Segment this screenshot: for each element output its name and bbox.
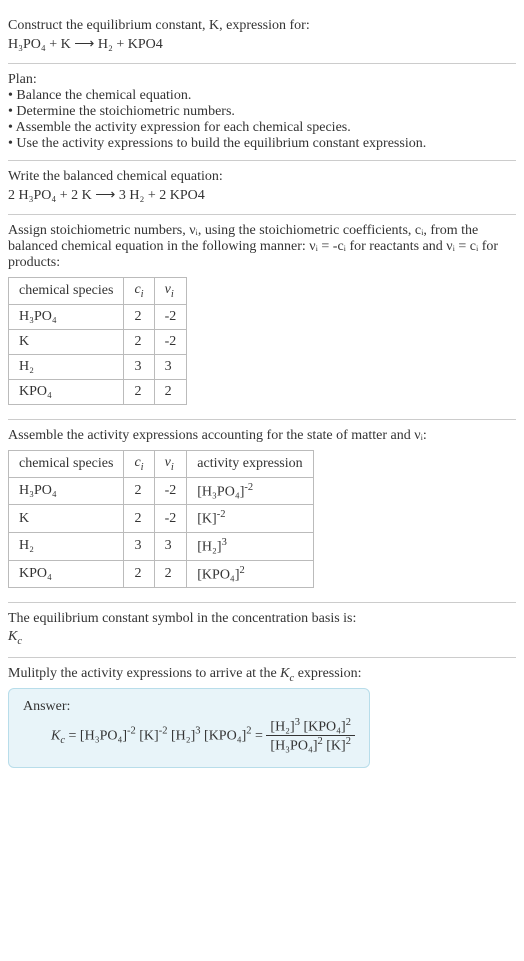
cell-c: 2 xyxy=(124,379,154,404)
title-text: Construct the equilibrium constant, K, e… xyxy=(8,18,310,33)
cell-v: 2 xyxy=(154,560,187,588)
symbol-kc: Kc xyxy=(8,629,516,647)
cell-v: -2 xyxy=(154,477,187,505)
table-row: KPO₄ 2 2 xyxy=(9,379,187,404)
cell-v: 3 xyxy=(154,354,187,379)
table-row: H₃PO₄ 2 -2 [H₃PO₄]-2 xyxy=(9,477,314,505)
answer-label: Answer: xyxy=(23,699,355,715)
table-row: K 2 -2 [K]-2 xyxy=(9,505,314,533)
title-line: Construct the equilibrium constant, K, e… xyxy=(8,18,516,34)
plan-section: Plan: • Balance the chemical equation. •… xyxy=(8,64,516,161)
cell-c: 2 xyxy=(124,560,154,588)
col-c: ci xyxy=(124,450,154,477)
col-v: νi xyxy=(154,278,187,305)
answer-fraction: [H₂]3 [KPO₄]2 [H₃PO₄]2 [K]2 xyxy=(266,717,355,755)
cell-c: 2 xyxy=(124,477,154,505)
stoich-table: chemical species ci νi H₃PO₄ 2 -2 K 2 -2… xyxy=(8,277,187,405)
balanced-equation: 2 H₃PO₄ + 2 K ⟶ 3 H₂ + 2 KPO4 xyxy=(8,187,516,204)
cell-v: 3 xyxy=(154,532,187,560)
symbol-section: The equilibrium constant symbol in the c… xyxy=(8,603,516,658)
symbol-intro: The equilibrium constant symbol in the c… xyxy=(8,611,516,627)
col-v: νi xyxy=(154,450,187,477)
answer-section: Mulitply the activity expressions to arr… xyxy=(8,658,516,776)
cell-expr: [H₃PO₄]-2 xyxy=(187,477,313,505)
answer-box: Answer: Kc = [H₃PO₄]-2 [K]-2 [H₂]3 [KPO₄… xyxy=(8,688,370,768)
cell-v: -2 xyxy=(154,329,187,354)
table-row: KPO₄ 2 2 [KPO₄]2 xyxy=(9,560,314,588)
table-header-row: chemical species ci νi activity expressi… xyxy=(9,450,314,477)
table-row: H₃PO₄ 2 -2 xyxy=(9,304,187,329)
table-row: H₂ 3 3 xyxy=(9,354,187,379)
fraction-denominator: [H₃PO₄]2 [K]2 xyxy=(266,736,355,755)
col-expr: activity expression xyxy=(187,450,313,477)
balanced-section: Write the balanced chemical equation: 2 … xyxy=(8,161,516,215)
cell-expr: [H₂]3 xyxy=(187,532,313,560)
fraction-numerator: [H₂]3 [KPO₄]2 xyxy=(266,717,355,737)
stoich-intro: Assign stoichiometric numbers, νᵢ, using… xyxy=(8,223,516,271)
cell-species: K xyxy=(9,505,124,533)
cell-species: KPO₄ xyxy=(9,560,124,588)
given-equation: H₃PO₄ + K ⟶ H₂ + KPO4 xyxy=(8,36,516,53)
title-section: Construct the equilibrium constant, K, e… xyxy=(8,8,516,64)
table-row: K 2 -2 xyxy=(9,329,187,354)
cell-expr: [KPO₄]2 xyxy=(187,560,313,588)
activity-table: chemical species ci νi activity expressi… xyxy=(8,450,314,588)
cell-c: 2 xyxy=(124,329,154,354)
cell-v: -2 xyxy=(154,505,187,533)
cell-species: KPO₄ xyxy=(9,379,124,404)
plan-header: Plan: xyxy=(8,72,516,88)
col-c: ci xyxy=(124,278,154,305)
col-species: chemical species xyxy=(9,278,124,305)
cell-v: 2 xyxy=(154,379,187,404)
cell-c: 3 xyxy=(124,532,154,560)
cell-species: H₃PO₄ xyxy=(9,477,124,505)
answer-equation: Kc = [H₃PO₄]-2 [K]-2 [H₂]3 [KPO₄]2 = [H₂… xyxy=(23,717,355,755)
col-species: chemical species xyxy=(9,450,124,477)
cell-species: H₂ xyxy=(9,354,124,379)
plan-item: • Assemble the activity expression for e… xyxy=(8,120,516,136)
cell-species: H₂ xyxy=(9,532,124,560)
cell-c: 2 xyxy=(124,304,154,329)
stoich-section: Assign stoichiometric numbers, νᵢ, using… xyxy=(8,215,516,420)
plan-item: • Determine the stoichiometric numbers. xyxy=(8,104,516,120)
cell-species: H₃PO₄ xyxy=(9,304,124,329)
balanced-header: Write the balanced chemical equation: xyxy=(8,169,516,185)
cell-c: 3 xyxy=(124,354,154,379)
plan-item: • Balance the chemical equation. xyxy=(8,88,516,104)
cell-species: K xyxy=(9,329,124,354)
table-header-row: chemical species ci νi xyxy=(9,278,187,305)
table-row: H₂ 3 3 [H₂]3 xyxy=(9,532,314,560)
activity-intro: Assemble the activity expressions accoun… xyxy=(8,428,516,444)
multiply-intro: Mulitply the activity expressions to arr… xyxy=(8,666,516,684)
cell-expr: [K]-2 xyxy=(187,505,313,533)
cell-c: 2 xyxy=(124,505,154,533)
activity-section: Assemble the activity expressions accoun… xyxy=(8,420,516,603)
cell-v: -2 xyxy=(154,304,187,329)
plan-item: • Use the activity expressions to build … xyxy=(8,136,516,152)
